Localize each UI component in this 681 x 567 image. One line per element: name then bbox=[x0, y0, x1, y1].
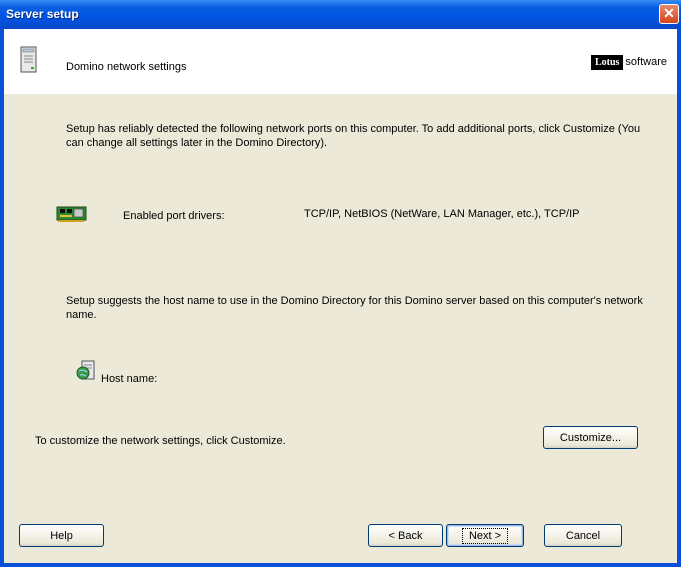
server-icon bbox=[19, 46, 39, 77]
next-button-label: Next > bbox=[461, 527, 509, 544]
host-computer-icon bbox=[75, 360, 97, 385]
intro-text: Setup has reliably detected the followin… bbox=[66, 123, 641, 149]
close-button[interactable]: ✕ bbox=[659, 4, 679, 24]
title-bar[interactable]: Server setup ✕ bbox=[0, 0, 681, 29]
logo-box-text: Lotus bbox=[590, 54, 624, 70]
host-intro-text: Setup suggests the host name to use in t… bbox=[66, 295, 643, 321]
logo-word-text: software bbox=[625, 56, 667, 68]
next-button[interactable]: Next > bbox=[446, 524, 524, 547]
close-icon: ✕ bbox=[663, 5, 675, 21]
dialog-header: Domino network settings Lotus software bbox=[4, 29, 677, 94]
cancel-button-label: Cancel bbox=[565, 529, 601, 542]
help-button-label: Help bbox=[50, 529, 73, 542]
customize-instruction: To customize the network settings, click… bbox=[35, 435, 286, 447]
header-divider bbox=[4, 93, 677, 94]
network-card-icon bbox=[56, 204, 88, 227]
dialog-body: Domino network settings Lotus software S… bbox=[4, 29, 677, 563]
setup-window: Server setup ✕ Domino network settings L… bbox=[0, 0, 681, 567]
customize-button[interactable]: Customize... bbox=[543, 426, 638, 449]
window-title: Server setup bbox=[6, 7, 79, 21]
customize-button-label: Customize... bbox=[559, 431, 622, 444]
lotus-logo: Lotus software bbox=[590, 54, 667, 70]
cancel-button[interactable]: Cancel bbox=[544, 524, 622, 547]
help-button[interactable]: Help bbox=[19, 524, 104, 547]
back-button[interactable]: < Back bbox=[368, 524, 443, 547]
host-name-label: Host name: bbox=[101, 373, 158, 385]
ports-label: Enabled port drivers: bbox=[123, 210, 225, 222]
page-title: Domino network settings bbox=[66, 61, 187, 73]
ports-value: TCP/IP, NetBIOS (NetWare, LAN Manager, e… bbox=[304, 208, 580, 220]
back-button-label: < Back bbox=[388, 529, 423, 542]
